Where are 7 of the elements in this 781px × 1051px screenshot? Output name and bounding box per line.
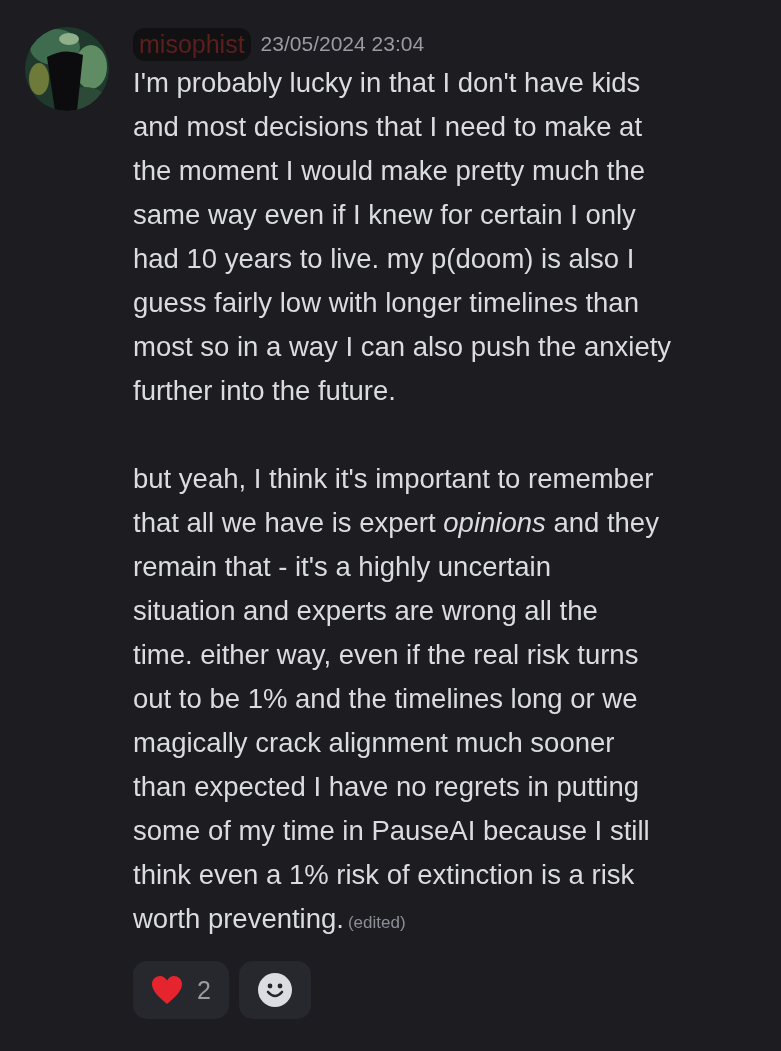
add-reaction-button[interactable] [238,961,311,1019]
message-text: but yeah, I think it's important to remember that all we have is expert opinions and they remain that - it's a highly uncertain situation and experts are wrong all the time. either way, even if the real risk turns out to be 1% and the timelines long or we magically crack alignment much sooner than expected I have no regrets in putting some of my time in PauseAI because I still think even a 1% risk of extinction is a risk worth preventing.(edited) [133,463,659,934]
reaction-button[interactable]: 2 [133,961,229,1019]
heart-icon [151,975,183,1005]
smiley-icon [257,973,292,1007]
message-text: I'm probably lucky in that I don't have kids and most decisions that I need to make at the moment I would make pretty much the same way even if I knew for certain I only had 10 years to live. my p(doom) is also I guess fairly low with longer timelines than most so in a way I can also push the anxiety further into the future. [133,67,672,406]
timestamp: 23/05/2024 23:04 [260,32,425,56]
